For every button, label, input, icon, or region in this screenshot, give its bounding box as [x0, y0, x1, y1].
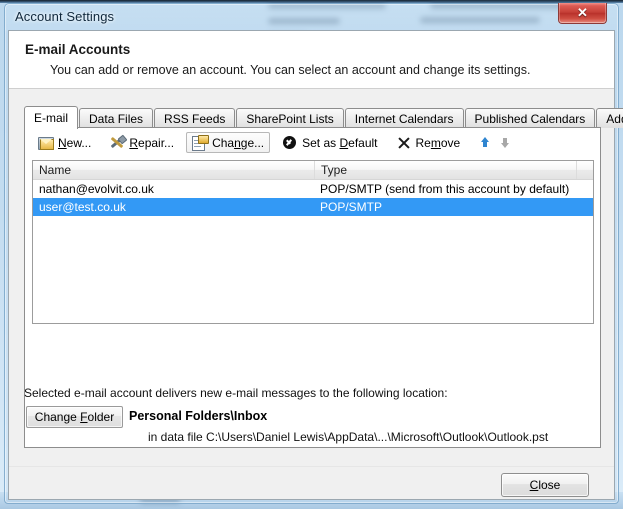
tab-internet-calendars[interactable]: Internet Calendars [344, 108, 464, 128]
accounts-list-header: Name Type [33, 161, 593, 180]
tools-icon [109, 134, 128, 150]
dialog-client-area: E-mail Accounts You can add or remove an… [8, 30, 623, 500]
column-header-type[interactable]: Type [315, 161, 577, 179]
account-name-cell: nathan@evolvit.co.uk [39, 182, 154, 196]
delivery-folder-name: Personal Folders\Inbox [129, 409, 268, 423]
envelope-icon [38, 135, 54, 150]
change-account-button[interactable]: Change... [186, 132, 271, 153]
tab-sharepoint-lists[interactable]: SharePoint Lists [236, 108, 344, 128]
check-circle-icon [282, 135, 298, 150]
page-title: E-mail Accounts [25, 42, 131, 57]
delivery-location-label: Selected e-mail account delivers new e-m… [24, 386, 448, 400]
move-up-arrow-icon[interactable] [476, 133, 494, 153]
tab-data-files[interactable]: Data Files [79, 108, 154, 128]
accounts-list[interactable]: Name Type nathan@evolvit.co.uk POP/SMTP … [32, 160, 594, 324]
table-row[interactable]: nathan@evolvit.co.uk POP/SMTP (send from… [33, 180, 593, 198]
properties-pencil-icon [192, 135, 210, 151]
change-folder-button[interactable]: Change Folder [26, 406, 123, 428]
move-down-arrow-icon[interactable] [496, 133, 514, 153]
set-as-default-label: Set as Default [302, 135, 378, 150]
close-button-label: Close [529, 478, 561, 492]
account-type-cell: POP/SMTP [320, 200, 383, 214]
tab-label: E-mail [34, 111, 69, 125]
delivery-data-file-path: in data file C:\Users\Daniel Lewis\AppDa… [148, 430, 549, 444]
repair-account-button[interactable]: Repair... [103, 132, 180, 153]
tab-label: Address Books [606, 111, 623, 126]
column-header-spacer [577, 161, 593, 179]
set-as-default-button[interactable]: Set as Default [276, 132, 383, 153]
new-account-button[interactable]: New... [32, 132, 97, 153]
tab-label: Published Calendars [474, 111, 586, 126]
tab-email[interactable]: E-mail [24, 106, 79, 129]
tab-label: Data Files [89, 111, 144, 126]
repair-account-label: Repair... [129, 135, 175, 150]
change-folder-label: Change Folder [34, 410, 115, 424]
table-row[interactable]: user@test.co.uk POP/SMTP [33, 198, 593, 216]
remove-account-button[interactable]: Remove [390, 132, 467, 153]
tab-label: SharePoint Lists [246, 111, 334, 126]
x-mark-icon [396, 135, 412, 150]
close-button[interactable]: Close [501, 473, 589, 497]
tab-label: RSS Feeds [164, 111, 226, 126]
window-title: Account Settings [15, 9, 115, 24]
change-account-label: Change... [212, 135, 265, 150]
remove-account-label: Remove [415, 135, 461, 150]
account-type-cell: POP/SMTP (send from this account by defa… [320, 182, 570, 196]
dialog-header-band: E-mail Accounts You can add or remove an… [9, 31, 614, 89]
page-subtitle: You can add or remove an account. You ca… [50, 63, 531, 77]
tab-published-calendars[interactable]: Published Calendars [464, 108, 596, 128]
column-header-name[interactable]: Name [33, 161, 315, 179]
footer-separator [9, 466, 614, 467]
title-bar: Account Settings ✕ [4, 3, 619, 31]
tab-strip: E-mail Data Files RSS Feeds SharePoint L… [24, 106, 623, 129]
tab-address-books[interactable]: Address Books [596, 108, 623, 128]
close-icon: ✕ [577, 5, 588, 20]
account-settings-dialog: Account Settings ✕ E-mail Accounts You c… [4, 3, 623, 504]
tab-label: Internet Calendars [354, 111, 454, 126]
tab-rss-feeds[interactable]: RSS Feeds [154, 108, 236, 128]
new-account-label: New... [58, 135, 92, 150]
accounts-toolbar: New... Repair... Change... Set as Defaul… [26, 129, 601, 156]
account-name-cell: user@test.co.uk [39, 200, 126, 214]
close-window-button[interactable]: ✕ [558, 3, 607, 24]
